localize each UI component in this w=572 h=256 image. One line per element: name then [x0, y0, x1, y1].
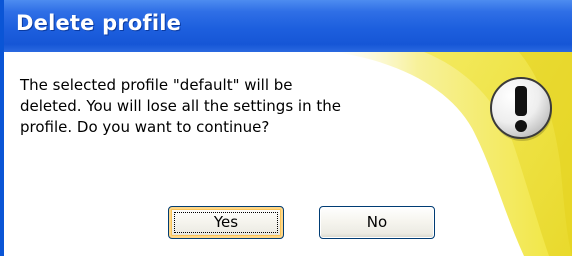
yes-button-label: Yes — [213, 213, 239, 231]
no-button[interactable]: No — [319, 206, 435, 239]
title-bar[interactable]: Delete profile — [4, 0, 572, 52]
dialog-body: The selected profile "default" will be d… — [4, 52, 572, 256]
delete-profile-dialog: Delete profile The selected profile "def… — [0, 0, 572, 256]
dialog-message: The selected profile "default" will be d… — [20, 76, 341, 136]
dialog-title: Delete profile — [16, 11, 182, 35]
no-button-label: No — [366, 213, 388, 231]
yes-button[interactable]: Yes — [168, 206, 284, 239]
exclamation-warning-icon — [490, 77, 552, 141]
